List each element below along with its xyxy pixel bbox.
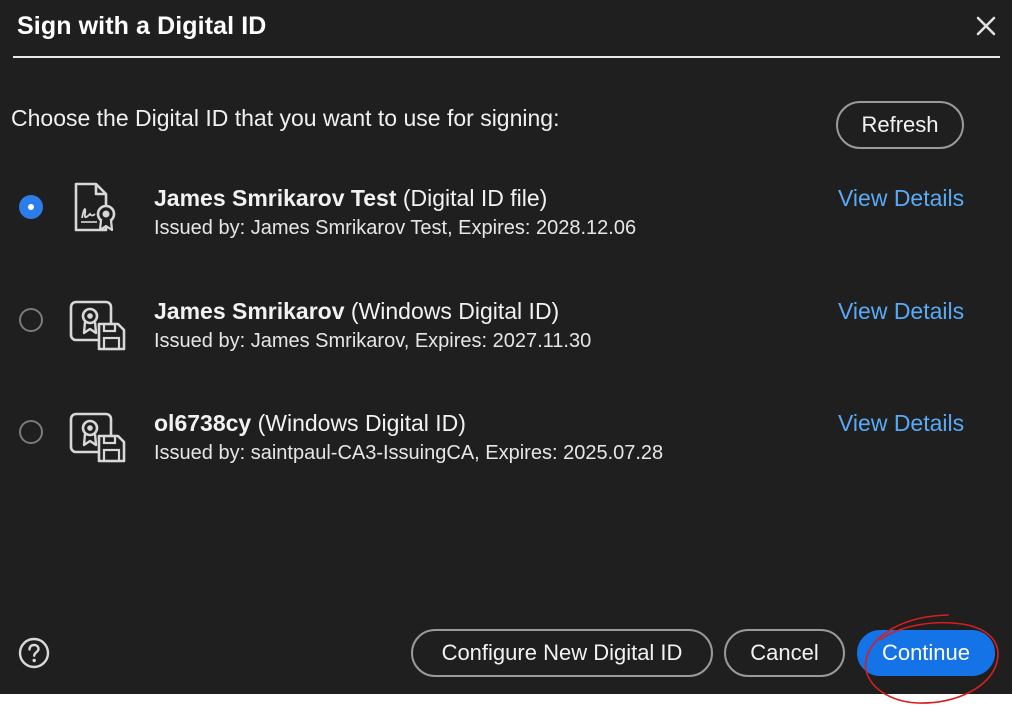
close-icon [976,16,996,36]
view-details-link-3[interactable]: View Details [838,410,964,437]
id-issuer-2: Issued by: James Smrikarov, Expires: 202… [154,330,592,352]
configure-new-digital-id-button[interactable]: Configure New Digital ID [411,629,713,677]
id-name-2: James Smrikarov (Windows Digital ID) [154,298,559,325]
view-details-link-2[interactable]: View Details [838,298,964,325]
id-issuer-3: Issued by: saintpaul-CA3-IssuingCA, Expi… [154,442,664,464]
id-type-1: (Digital ID file) [402,185,548,211]
id-issuer-1: Issued by: James Smrikarov Test, Expires… [154,217,637,239]
id-radio-1[interactable] [19,195,43,219]
view-details-link-1[interactable]: View Details [838,185,964,212]
id-radio-3[interactable] [19,420,43,444]
instruction-text: Choose the Digital ID that you want to u… [11,105,560,131]
refresh-button[interactable]: Refresh [836,101,964,149]
windows-digital-id-icon [69,300,126,351]
title-divider [13,56,1000,58]
id-holder-2: James Smrikarov [154,298,345,324]
id-holder-1: James Smrikarov Test [154,185,397,211]
id-holder-3: ol6738cy [154,410,252,436]
id-type-2: (Windows Digital ID) [350,298,560,324]
id-type-3: (Windows Digital ID) [257,410,466,436]
id-name-1: James Smrikarov Test (Digital ID file) [154,185,547,212]
close-button[interactable] [972,12,1000,40]
continue-button[interactable]: Continue [857,630,995,676]
digital-id-file-icon [74,182,116,232]
id-radio-2[interactable] [19,308,43,332]
help-button[interactable] [18,637,50,669]
cancel-button[interactable]: Cancel [724,629,845,677]
sign-digital-id-dialog: Sign with a Digital ID Choose the Digita… [0,0,1012,694]
help-icon [18,637,50,669]
windows-digital-id-icon [69,412,126,463]
dialog-title: Sign with a Digital ID [17,12,267,40]
id-name-3: ol6738cy (Windows Digital ID) [154,410,466,437]
